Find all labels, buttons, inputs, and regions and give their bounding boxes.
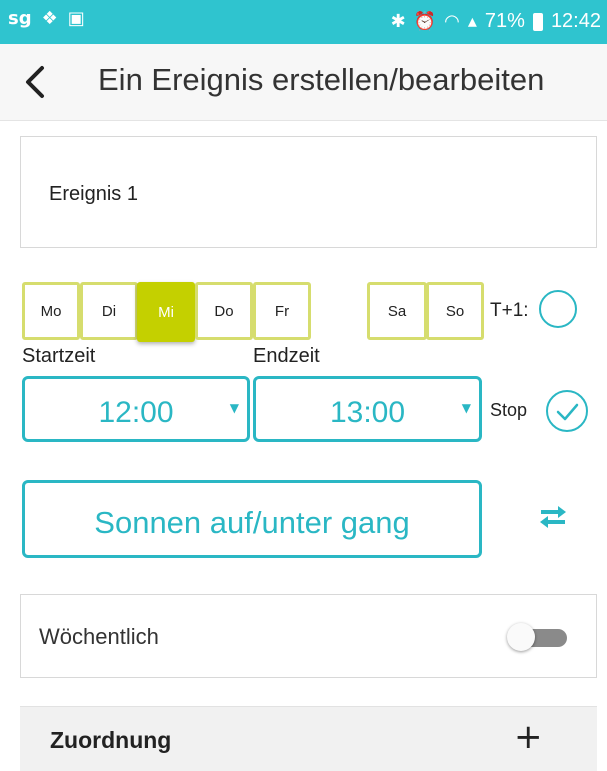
start-time-select[interactable]: 12:00 ▼ [22, 376, 250, 442]
battery-icon [532, 12, 543, 31]
end-time-value: 13:00 [329, 396, 406, 429]
alarm-icon: ⏰ [413, 11, 437, 32]
assignment-label: Zuordnung [50, 727, 172, 753]
app-bar: Ein Ereignis erstellen/bearbeiten [0, 44, 607, 121]
signal-icon: ▴ [467, 11, 477, 32]
image-icon: ▣ [67, 8, 85, 29]
assignment-row[interactable]: Zuordnung + [20, 706, 597, 771]
stop-label: Stop [490, 400, 528, 420]
start-time-label: Startzeit [22, 345, 96, 367]
chevron-left-icon [26, 66, 44, 98]
add-icon[interactable]: + [514, 717, 543, 757]
back-button[interactable] [18, 62, 54, 102]
status-right: ✱ ⏰ ◠ ▴ 71% 12:42 [391, 10, 601, 33]
swap-arrows-icon [540, 506, 566, 528]
status-left-icons: sg ❖ ▣ [8, 8, 85, 29]
start-time-value: 12:00 [98, 396, 174, 429]
day-sa[interactable]: Sa [367, 282, 427, 340]
day-mi[interactable]: Mi [137, 282, 195, 342]
day-so[interactable]: So [426, 282, 484, 340]
toggle-knob [507, 623, 535, 651]
next-day-label: T+1: [490, 300, 529, 321]
wifi-icon: ◠ [444, 11, 460, 32]
sg-icon: sg [8, 8, 32, 29]
day-di[interactable]: Di [80, 282, 138, 340]
stop-checkbox[interactable] [546, 390, 588, 432]
dropdown-arrow-icon: ▼ [229, 401, 239, 415]
swap-button[interactable] [538, 502, 568, 532]
day-fr[interactable]: Fr [253, 282, 311, 340]
day-do[interactable]: Do [195, 282, 253, 340]
sunrise-sunset-label: Sonnen auf/unter gang [94, 505, 410, 540]
dropdown-arrow-icon: ▼ [461, 401, 471, 415]
day-mo[interactable]: Mo [22, 282, 80, 340]
next-day-checkbox[interactable] [539, 290, 577, 328]
event-name-value: Ereignis 1 [49, 183, 138, 205]
bluetooth-icon: ✱ [390, 11, 406, 32]
battery-percent: 71% [484, 10, 525, 32]
sunrise-sunset-button[interactable]: Sonnen auf/unter gang [22, 480, 482, 558]
clock: 12:42 [550, 10, 601, 32]
status-bar: sg ❖ ▣ ✱ ⏰ ◠ ▴ 71% 12:42 [0, 0, 607, 44]
weekly-row: Wöchentlich [20, 594, 597, 678]
dropbox-icon: ❖ [41, 8, 58, 29]
weekly-label: Wöchentlich [39, 624, 159, 649]
weekly-toggle[interactable] [507, 623, 569, 651]
page-title: Ein Ereignis erstellen/bearbeiten [98, 62, 545, 97]
end-time-label: Endzeit [253, 345, 320, 367]
end-time-select[interactable]: 13:00 ▼ [253, 376, 482, 442]
checkmark-icon [556, 403, 579, 421]
event-name-field[interactable]: Ereignis 1 [20, 136, 597, 248]
